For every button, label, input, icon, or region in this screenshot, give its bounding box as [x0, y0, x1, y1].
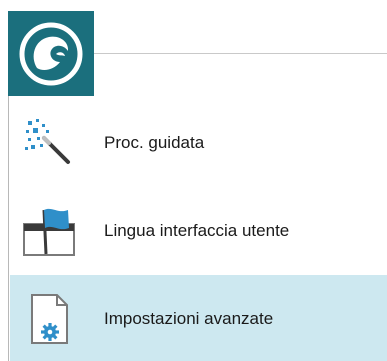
app-logo-wave-icon — [19, 22, 83, 85]
header-divider — [94, 53, 387, 54]
menu-item-interface-language[interactable]: Lingua interfaccia utente — [10, 187, 387, 275]
magic-wand-icon — [22, 116, 76, 170]
settings-document-icon — [22, 292, 76, 346]
menu-item-label: Lingua interfaccia utente — [104, 221, 290, 240]
flag-window-icon — [22, 204, 76, 258]
app-menu-button[interactable] — [8, 11, 94, 96]
menu-item-wizard[interactable]: Proc. guidata — [10, 99, 387, 187]
menu-item-label: Proc. guidata — [104, 133, 205, 152]
menu-item-label: Impostazioni avanzate — [104, 309, 274, 328]
top-bar — [0, 0, 387, 96]
app-menu-screen: Proc. guidata Lingua interfaccia utente — [0, 0, 387, 361]
menu-panel: Proc. guidata Lingua interfaccia utente — [8, 96, 387, 361]
menu-item-advanced-settings[interactable]: Impostazioni avanzate — [10, 275, 387, 361]
